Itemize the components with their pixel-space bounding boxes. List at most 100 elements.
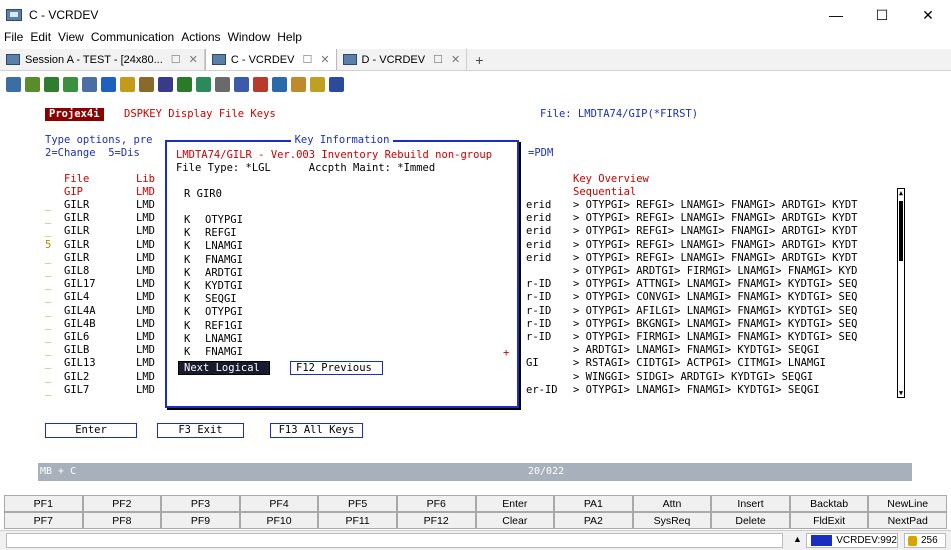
row-lib: LMD [136, 238, 155, 251]
key-fldexit-button[interactable]: FldExit [789, 512, 869, 529]
key-nextpad-button[interactable]: NextPad [868, 512, 947, 529]
key-newline-button[interactable]: NewLine [868, 495, 947, 512]
toolbar-button-6-icon[interactable] [101, 76, 116, 92]
tab-close-icon[interactable]: ✕ [320, 53, 329, 66]
row-option-input[interactable]: _ [45, 212, 51, 225]
enter-button[interactable]: Enter [45, 423, 137, 438]
next-logical-button[interactable]: Next Logical [178, 361, 270, 375]
key-pa1-button[interactable]: PA1 [554, 495, 633, 512]
toolbar-button-18-icon[interactable] [329, 76, 344, 92]
maximize-button[interactable]: ☐ [859, 0, 905, 30]
list-scrollbar[interactable]: ▲ ▼ [897, 188, 905, 398]
row-key-overview: > OTYPGI> AFILGI> LNAMGI> FNAMGI> KYDTGI… [573, 304, 858, 317]
menu-view[interactable]: View [55, 30, 87, 48]
toolbar-button-12-icon[interactable] [215, 76, 230, 92]
key-attn-button[interactable]: Attn [632, 495, 712, 512]
key-delete-button[interactable]: Delete [711, 512, 790, 529]
type-options-line1: Type options, pre [45, 134, 153, 146]
minimize-button[interactable]: — [813, 0, 859, 30]
menu-communication[interactable]: Communication [88, 30, 177, 48]
tab-c-vcrdev[interactable]: C - VCRDEV ☐ ✕ [204, 49, 337, 70]
terminal-screen[interactable]: Projex4i DSPKEY Display File Keys File: … [0, 96, 951, 492]
toolbar-button-4-icon[interactable] [63, 76, 78, 92]
row-option-input[interactable]: _ [45, 318, 51, 331]
tab-close-icon[interactable]: ✕ [451, 53, 460, 66]
row-option-input[interactable]: 5 [45, 239, 51, 252]
key-pf1-button[interactable]: PF1 [4, 495, 83, 512]
toolbar-button-9-icon[interactable] [158, 76, 173, 92]
toolbar-button-13-icon[interactable] [234, 76, 249, 92]
key-type: K [184, 319, 191, 332]
toolbar-button-5-icon[interactable] [82, 76, 97, 92]
connection-logo-icon [811, 535, 833, 546]
menu-actions[interactable]: Actions [178, 30, 223, 48]
toolbar-button-14-icon[interactable] [253, 76, 268, 92]
toolbar-button-2-icon[interactable] [25, 76, 40, 92]
menu-window[interactable]: Window [225, 30, 274, 48]
row-option-input[interactable]: _ [45, 384, 51, 397]
f3-exit-button[interactable]: F3 Exit [157, 423, 244, 438]
toolbar-button-1-icon[interactable] [6, 76, 21, 92]
key-pf7-button[interactable]: PF7 [4, 512, 83, 529]
tab-session-a[interactable]: Session A - TEST - [24x80... ☐ ✕ [0, 49, 205, 70]
tab-close-icon[interactable]: ✕ [189, 53, 198, 66]
menu-edit[interactable]: Edit [27, 30, 54, 48]
key-pf4-button[interactable]: PF4 [239, 495, 319, 512]
key-field-name: OTYPGI [205, 214, 243, 226]
key-pf3-button[interactable]: PF3 [161, 495, 240, 512]
tab-restore-icon[interactable]: ☐ [302, 53, 312, 66]
row-description: r-ID [526, 291, 552, 304]
key-pf2-button[interactable]: PF2 [82, 495, 162, 512]
key-pf12-button[interactable]: PF12 [396, 512, 476, 529]
session-name: VCRDEV:992 [836, 535, 897, 546]
tab-d-vcrdev[interactable]: D - VCRDEV ☐ ✕ [337, 49, 468, 70]
toolbar-button-15-icon[interactable] [272, 76, 287, 92]
session-indicator: VCRDEV:992 [806, 533, 898, 548]
tab-restore-icon[interactable]: ☐ [171, 53, 181, 66]
row-option-input[interactable]: _ [45, 331, 51, 344]
row-option-input[interactable]: _ [45, 371, 51, 384]
key-insert-button[interactable]: Insert [711, 495, 790, 512]
row-option-input[interactable]: _ [45, 357, 51, 370]
key-pf8-button[interactable]: PF8 [82, 512, 162, 529]
row-option-input[interactable]: _ [45, 199, 51, 212]
status-scroll-up-icon[interactable]: ▲ [793, 534, 802, 544]
tab-restore-icon[interactable]: ☐ [433, 53, 443, 66]
toolbar-button-11-icon[interactable] [196, 76, 211, 92]
key-pf9-button[interactable]: PF9 [161, 512, 240, 529]
row-option-input[interactable]: _ [45, 265, 51, 278]
close-button[interactable]: ✕ [905, 0, 951, 30]
row-option-input[interactable]: _ [45, 252, 51, 265]
row-lib: LMD [136, 291, 155, 304]
key-pf10-button[interactable]: PF10 [239, 512, 319, 529]
row-file: GIL2 [64, 370, 90, 383]
row-option-input[interactable]: _ [45, 291, 51, 304]
row-option-input[interactable]: _ [45, 344, 51, 357]
f13-all-keys-button[interactable]: F13 All Keys [270, 423, 363, 438]
key-pa2-button[interactable]: PA2 [554, 512, 633, 529]
toolbar-button-10-icon[interactable] [177, 76, 192, 92]
toolbar-button-7-icon[interactable] [120, 76, 135, 92]
toolbar-button-17-icon[interactable] [310, 76, 325, 92]
key-clear-button[interactable]: Clear [475, 512, 555, 529]
toolbar-button-16-icon[interactable] [291, 76, 306, 92]
add-tab-icon[interactable]: + [467, 49, 491, 70]
row-option-input[interactable]: _ [45, 278, 51, 291]
row-key-overview: > ARDTGI> LNAMGI> FNAMGI> KYDTGI> SEQGI [573, 344, 820, 357]
f12-previous-button[interactable]: F12 Previous [290, 361, 383, 375]
scroll-up-icon[interactable]: ▲ [898, 189, 904, 197]
menu-help[interactable]: Help [274, 30, 305, 48]
toolbar-button-3-icon[interactable] [44, 76, 59, 92]
menu-file[interactable]: File [1, 30, 26, 48]
key-pf11-button[interactable]: PF11 [318, 512, 397, 529]
scroll-thumb[interactable] [899, 201, 903, 261]
key-pf6-button[interactable]: PF6 [396, 495, 476, 512]
key-sysreq-button[interactable]: SysReq [632, 512, 712, 529]
key-enter-button[interactable]: Enter [475, 495, 555, 512]
row-option-input[interactable]: _ [45, 305, 51, 318]
row-option-input[interactable]: _ [45, 225, 51, 238]
key-pf5-button[interactable]: PF5 [318, 495, 397, 512]
key-backtab-button[interactable]: Backtab [789, 495, 869, 512]
toolbar-button-8-icon[interactable] [139, 76, 154, 92]
scroll-down-icon[interactable]: ▼ [898, 389, 904, 397]
